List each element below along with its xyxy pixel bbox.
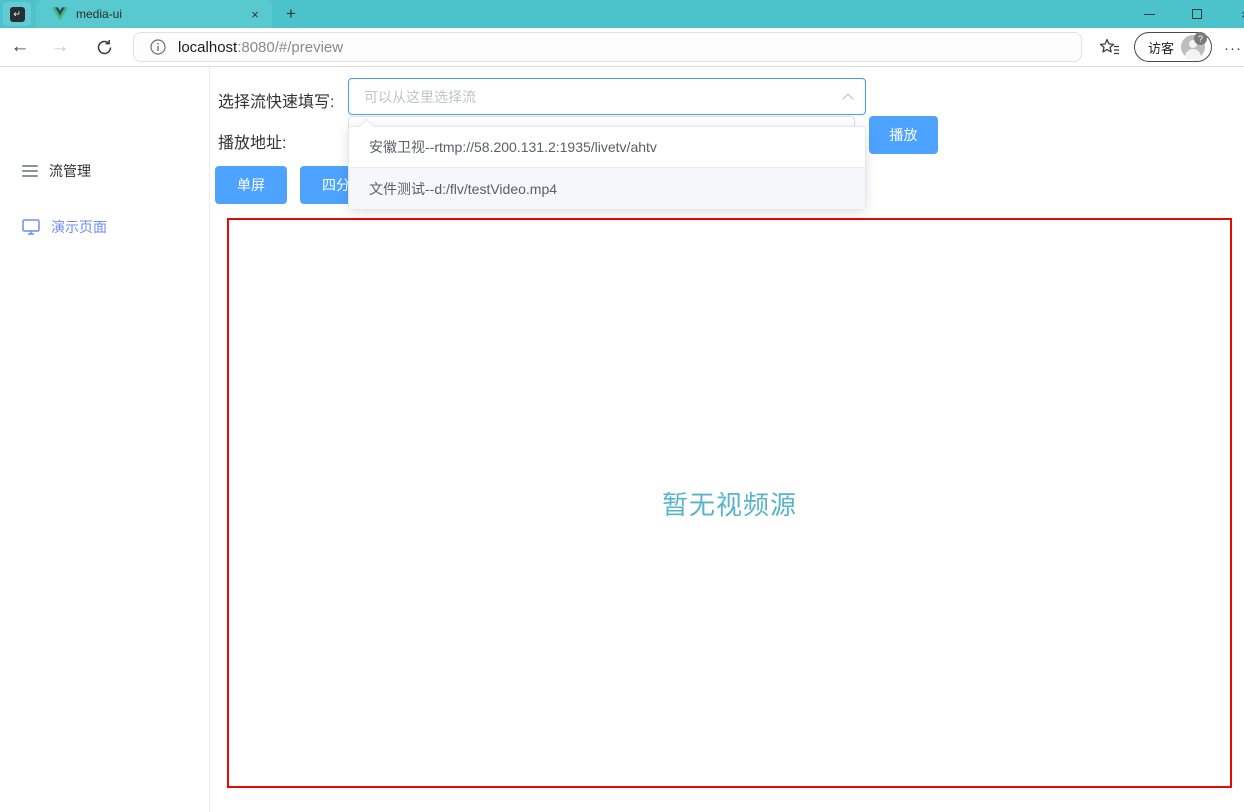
window-close-button[interactable]: × (1222, 0, 1244, 28)
guest-avatar: ? (1181, 35, 1205, 59)
stream-select-dropdown: 安徽卫视--rtmp://58.200.131.2:1935/livetv/ah… (348, 126, 866, 210)
browser-menu-button[interactable]: ··· (1222, 34, 1244, 62)
stream-select[interactable]: 可以从这里选择流 (348, 78, 866, 115)
new-tab-button[interactable]: + (280, 3, 302, 25)
sidebar-item-label: 流管理 (49, 161, 91, 181)
play-address-label: 播放地址: (218, 129, 286, 153)
app-content: 流管理 演示页面 选择流快速填写: 可以从这里选择流 播放地址: 播放 单屏 四… (0, 67, 1244, 812)
sidebar-item-demo-page[interactable]: 演示页面 (0, 207, 210, 247)
window-maximize-button[interactable] (1174, 0, 1220, 28)
guest-question-badge: ? (1194, 32, 1207, 45)
favorites-star-icon (1099, 38, 1121, 58)
dropdown-option-file-test[interactable]: 文件测试--d:/flv/testVideo.mp4 (349, 168, 865, 209)
single-screen-button[interactable]: 单屏 (215, 166, 287, 204)
maximize-icon (1192, 9, 1202, 19)
address-bar[interactable]: localhost:8080/#/preview (133, 32, 1082, 62)
browser-tab-media-ui[interactable]: media-ui × (36, 0, 272, 28)
video-preview-area: 暂无视频源 (227, 218, 1232, 788)
dropdown-option-anhui-tv[interactable]: 安徽卫视--rtmp://58.200.131.2:1935/livetv/ah… (349, 127, 865, 168)
list-icon (22, 165, 38, 177)
refresh-button[interactable] (88, 31, 120, 63)
select-stream-label: 选择流快速填写: (218, 88, 334, 112)
site-info-icon[interactable] (150, 39, 166, 55)
browser-titlebar: ↵ media-ui × + × (0, 0, 1244, 28)
profile-label: 访客 (1148, 38, 1174, 57)
window-minimize-button[interactable] (1126, 0, 1172, 28)
url-text: localhost:8080/#/preview (178, 39, 343, 56)
back-button[interactable]: ← (4, 31, 36, 63)
sidebar: 流管理 演示页面 (0, 67, 210, 812)
forward-button[interactable]: → (44, 31, 76, 63)
chevron-up-icon (842, 93, 853, 104)
monitor-icon (22, 219, 40, 235)
tab-actions-menu-button[interactable]: ↵ (3, 2, 31, 26)
sidebar-item-label: 演示页面 (51, 217, 107, 237)
refresh-icon (96, 39, 113, 56)
vue-logo-icon (52, 7, 68, 21)
minimize-icon (1144, 14, 1155, 15)
browser-navbar: ← → localhost:8080/#/preview (0, 28, 1244, 67)
browser-window: ↵ media-ui × + × ← → (0, 0, 1244, 812)
profile-button[interactable]: 访客 ? (1134, 32, 1212, 62)
url-path: :8080/#/preview (237, 39, 343, 56)
url-host: localhost (178, 39, 237, 56)
stream-select-placeholder: 可以从这里选择流 (364, 87, 476, 107)
tab-close-icon[interactable]: × (246, 5, 264, 23)
no-video-source-text: 暂无视频源 (662, 485, 797, 522)
play-button[interactable]: 播放 (869, 116, 938, 154)
sidebar-item-stream-management[interactable]: 流管理 (0, 151, 210, 191)
tab-title: media-ui (76, 7, 246, 21)
favorites-button[interactable] (1096, 34, 1124, 62)
tab-actions-icon: ↵ (10, 7, 25, 22)
